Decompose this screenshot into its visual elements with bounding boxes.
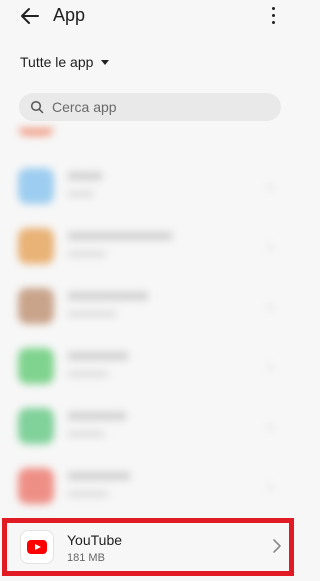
list-item[interactable]: › <box>0 156 300 216</box>
app-size-blurred <box>68 311 116 317</box>
highlight-box: YouTube 181 MB <box>2 518 294 576</box>
list-item[interactable] <box>0 128 300 148</box>
list-item[interactable]: › <box>0 396 300 456</box>
app-name-blurred <box>68 292 148 300</box>
page-title: App <box>53 5 86 25</box>
app-list-blurred: › › › › › › <box>0 128 300 518</box>
app-name-blurred <box>68 472 130 480</box>
chevron-right-icon <box>273 539 281 553</box>
app-name-blurred <box>68 412 126 420</box>
app-name-blurred <box>68 352 128 360</box>
list-item[interactable]: › <box>0 276 300 336</box>
app-size-blurred <box>68 431 104 437</box>
app-icon <box>18 468 54 504</box>
chevron-right-icon: › <box>268 358 273 374</box>
list-item-youtube[interactable]: YouTube 181 MB <box>7 523 289 571</box>
app-filter-dropdown[interactable]: Tutte le app <box>20 52 110 72</box>
app-size-blurred <box>68 191 94 197</box>
search-icon <box>30 100 44 114</box>
app-icon <box>18 228 54 264</box>
app-icon <box>18 348 54 384</box>
app-icon <box>18 128 54 136</box>
search-bar[interactable] <box>19 93 281 121</box>
app-bar: App <box>0 0 300 40</box>
app-size-blurred <box>68 251 106 257</box>
chevron-right-icon: › <box>268 478 273 494</box>
dropdown-caret-icon <box>101 59 110 65</box>
youtube-icon <box>20 530 54 564</box>
search-input[interactable] <box>50 98 254 116</box>
app-size-blurred <box>68 371 108 377</box>
chevron-right-icon: › <box>268 298 273 314</box>
app-name-blurred <box>68 232 172 240</box>
app-icon <box>18 168 54 204</box>
app-icon <box>18 288 54 324</box>
more-options-icon[interactable] <box>268 5 280 27</box>
app-icon <box>18 408 54 444</box>
chevron-right-icon: › <box>268 178 273 194</box>
app-size: 181 MB <box>67 552 105 564</box>
app-name-blurred <box>68 172 102 180</box>
chevron-right-icon: › <box>268 418 273 434</box>
app-size-blurred <box>68 491 108 497</box>
back-arrow-icon[interactable] <box>18 4 42 28</box>
list-item[interactable]: › <box>0 456 300 516</box>
chevron-right-icon: › <box>268 238 273 254</box>
list-item[interactable]: › <box>0 336 300 396</box>
app-name: YouTube <box>67 532 123 548</box>
filter-label: Tutte le app <box>20 54 94 70</box>
list-item[interactable]: › <box>0 216 300 276</box>
